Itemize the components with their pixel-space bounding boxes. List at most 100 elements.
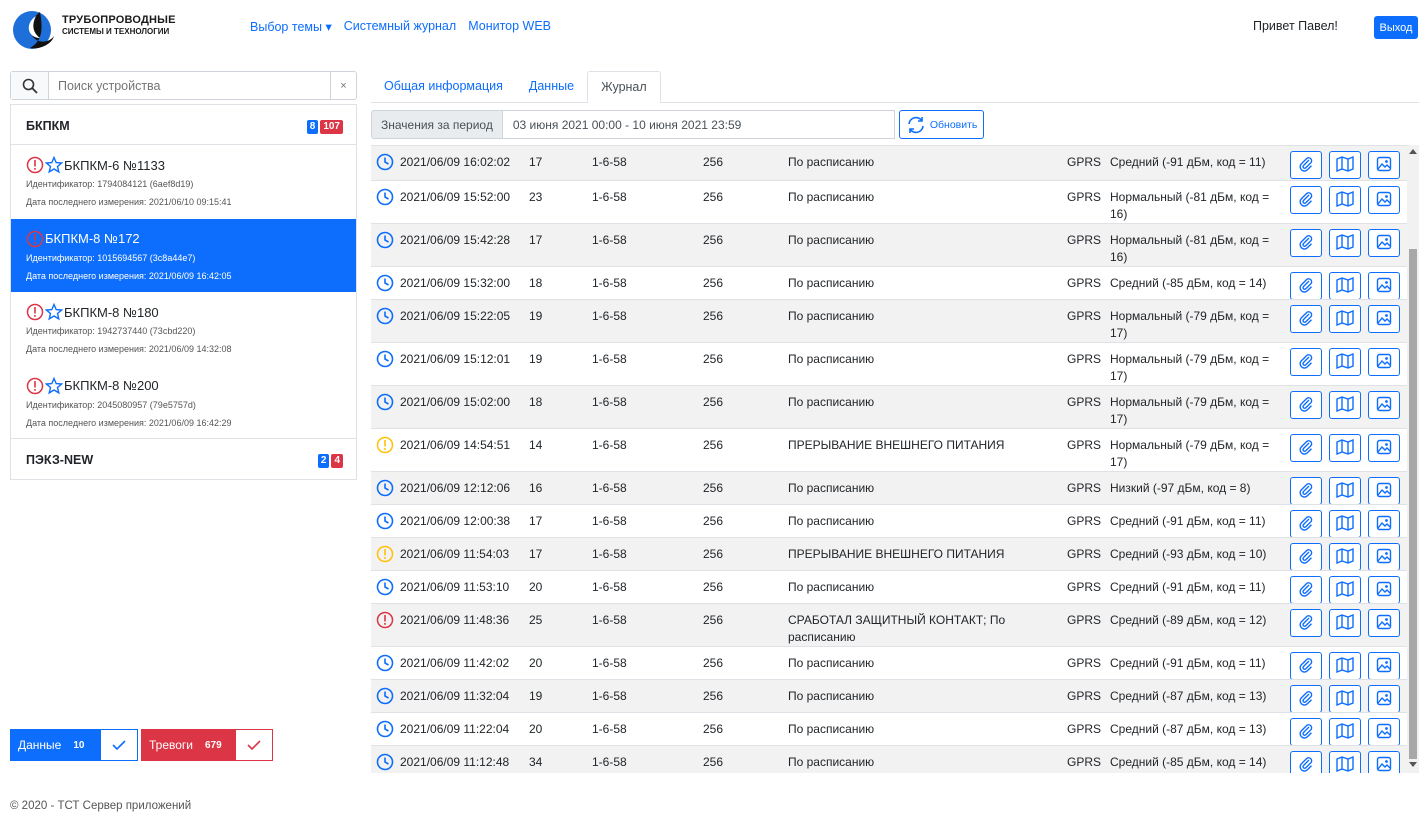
device-group-pekz[interactable]: ПЭКЗ-NEW 2 4 xyxy=(11,439,356,479)
period-input[interactable]: 03 июня 2021 00:00 - 10 июня 2021 23:59 xyxy=(502,110,895,139)
map-button[interactable] xyxy=(1329,348,1361,376)
data-confirm-button[interactable] xyxy=(100,729,138,761)
image-button[interactable] xyxy=(1368,510,1400,538)
map-button[interactable] xyxy=(1329,718,1361,746)
row-signal: Средний (-91 дБм, код = 11) xyxy=(1110,580,1266,594)
alarm-filter-button[interactable]: Тревоги 679 xyxy=(141,729,235,761)
attachment-button[interactable] xyxy=(1290,685,1322,713)
attachment-button[interactable] xyxy=(1290,718,1322,746)
image-button[interactable] xyxy=(1368,751,1400,773)
attachment-button[interactable] xyxy=(1290,652,1322,680)
attachment-button[interactable] xyxy=(1290,391,1322,419)
table-row[interactable]: 2021/06/09 11:48:36 25 1-6-58 256 СРАБОТАЛ З… xyxy=(371,603,1407,646)
table-row[interactable]: 2021/06/09 15:42:28 17 1-6-58 256 По расписа… xyxy=(371,223,1407,266)
nav-web-monitor[interactable]: Монитор WEB xyxy=(468,19,551,34)
device-item[interactable]: БКПКМ-6 №1133 Идентификатор: 1794084121 … xyxy=(11,145,356,219)
map-button[interactable] xyxy=(1329,434,1361,462)
image-button[interactable] xyxy=(1368,718,1400,746)
attachment-button[interactable] xyxy=(1290,186,1322,214)
image-button[interactable] xyxy=(1368,685,1400,713)
table-row[interactable]: 2021/06/09 11:42:02 20 1-6-58 256 По расписа… xyxy=(371,646,1407,680)
table-row[interactable]: 2021/06/09 11:54:03 17 1-6-58 256 ПРЕРЫВАНИЕ… xyxy=(371,537,1407,571)
star-icon[interactable] xyxy=(45,376,63,395)
scroll-down-arrow[interactable] xyxy=(1409,762,1417,767)
device-item[interactable]: БКПКМ-8 №200 Идентификатор: 2045080957 (… xyxy=(11,366,356,439)
star-icon[interactable] xyxy=(45,303,63,321)
map-button[interactable] xyxy=(1329,477,1361,505)
image-button[interactable] xyxy=(1368,477,1400,505)
scroll-thumb[interactable] xyxy=(1409,249,1417,759)
table-row[interactable]: 2021/06/09 12:00:38 17 1-6-58 256 По расписа… xyxy=(371,504,1407,538)
attachment-button[interactable] xyxy=(1290,609,1322,637)
table-row[interactable]: 2021/06/09 11:32:04 19 1-6-58 256 По расписа… xyxy=(371,679,1407,713)
scroll-up-arrow[interactable] xyxy=(1409,149,1417,154)
map-button[interactable] xyxy=(1329,510,1361,538)
map-button[interactable] xyxy=(1329,576,1361,604)
map-button[interactable] xyxy=(1329,391,1361,419)
table-row[interactable]: 2021/06/09 15:12:01 19 1-6-58 256 По расписа… xyxy=(371,342,1407,385)
attachment-button[interactable] xyxy=(1290,434,1322,462)
map-button[interactable] xyxy=(1329,652,1361,680)
row-signal: Нормальный (-79 дБм, код = 17) xyxy=(1110,395,1270,426)
map-button[interactable] xyxy=(1329,272,1361,300)
image-button[interactable] xyxy=(1368,543,1400,571)
table-row[interactable]: 2021/06/09 14:54:51 14 1-6-58 256 ПРЕРЫВАНИЕ… xyxy=(371,428,1407,471)
table-scrollbar[interactable] xyxy=(1407,145,1419,773)
map-button[interactable] xyxy=(1329,751,1361,773)
attachment-button[interactable] xyxy=(1290,348,1322,376)
image-button[interactable] xyxy=(1368,229,1400,257)
table-row[interactable]: 2021/06/09 15:02:00 18 1-6-58 256 По расписа… xyxy=(371,385,1407,428)
table-row[interactable]: 2021/06/09 16:02:02 17 1-6-58 256 По расписа… xyxy=(371,145,1407,180)
map-button[interactable] xyxy=(1329,151,1361,179)
tab-journal[interactable]: Журнал xyxy=(587,71,661,103)
nav-theme-select[interactable]: Выбор темы ▾ xyxy=(250,19,332,34)
nav-system-log[interactable]: Системный журнал xyxy=(344,19,456,34)
map-button[interactable] xyxy=(1329,305,1361,333)
map-button[interactable] xyxy=(1329,186,1361,214)
attachment-button[interactable] xyxy=(1290,272,1322,300)
image-button[interactable] xyxy=(1368,305,1400,333)
attachment-button[interactable] xyxy=(1290,543,1322,571)
image-button[interactable] xyxy=(1368,391,1400,419)
map-button[interactable] xyxy=(1329,685,1361,713)
tab-data[interactable]: Данные xyxy=(516,71,587,103)
table-row[interactable]: 2021/06/09 15:32:00 18 1-6-58 256 По расписа… xyxy=(371,266,1407,300)
map-button[interactable] xyxy=(1329,609,1361,637)
attachment-button[interactable] xyxy=(1290,305,1322,333)
tab-general-info[interactable]: Общая информация xyxy=(371,71,516,103)
table-row[interactable]: 2021/06/09 11:12:48 34 1-6-58 256 По расписа… xyxy=(371,745,1407,773)
device-item[interactable]: БКПКМ-8 №180 Идентификатор: 1942737440 (… xyxy=(11,292,356,366)
image-button[interactable] xyxy=(1368,272,1400,300)
image-button[interactable] xyxy=(1368,186,1400,214)
image-button[interactable] xyxy=(1368,609,1400,637)
attachment-button[interactable] xyxy=(1290,510,1322,538)
attachment-button[interactable] xyxy=(1290,229,1322,257)
table-row[interactable]: 2021/06/09 12:12:06 16 1-6-58 256 По расписа… xyxy=(371,471,1407,505)
attachment-button[interactable] xyxy=(1290,477,1322,505)
image-button[interactable] xyxy=(1368,576,1400,604)
device-group-bkpkm[interactable]: БКПКМ 8 107 xyxy=(11,105,356,145)
star-icon[interactable] xyxy=(45,156,63,174)
search-input[interactable] xyxy=(49,72,330,99)
table-row[interactable]: 2021/06/09 11:53:10 20 1-6-58 256 По расписа… xyxy=(371,570,1407,604)
data-filter-button[interactable]: Данные 10 xyxy=(10,729,100,761)
table-row[interactable]: 2021/06/09 11:22:04 20 1-6-58 256 По расписа… xyxy=(371,712,1407,746)
device-item-selected[interactable]: БКПКМ-8 №172 Идентификатор: 1015694567 (… xyxy=(11,218,356,292)
logout-button[interactable]: Выход xyxy=(1374,16,1418,39)
table-row[interactable]: 2021/06/09 15:52:00 23 1-6-58 256 По расписа… xyxy=(371,180,1407,223)
image-button[interactable] xyxy=(1368,348,1400,376)
search-icon[interactable] xyxy=(11,72,49,99)
map-button[interactable] xyxy=(1329,543,1361,571)
company-logo[interactable] xyxy=(10,8,58,50)
table-row[interactable]: 2021/06/09 15:22:05 19 1-6-58 256 По расписа… xyxy=(371,299,1407,342)
image-button[interactable] xyxy=(1368,652,1400,680)
image-button[interactable] xyxy=(1368,434,1400,462)
attachment-button[interactable] xyxy=(1290,151,1322,179)
image-button[interactable] xyxy=(1368,151,1400,179)
attachment-button[interactable] xyxy=(1290,576,1322,604)
attachment-button[interactable] xyxy=(1290,751,1322,773)
refresh-button[interactable]: Обновить xyxy=(898,110,985,139)
map-button[interactable] xyxy=(1329,229,1361,257)
search-clear-button[interactable]: × xyxy=(330,72,356,99)
alarm-confirm-button[interactable] xyxy=(235,729,273,761)
